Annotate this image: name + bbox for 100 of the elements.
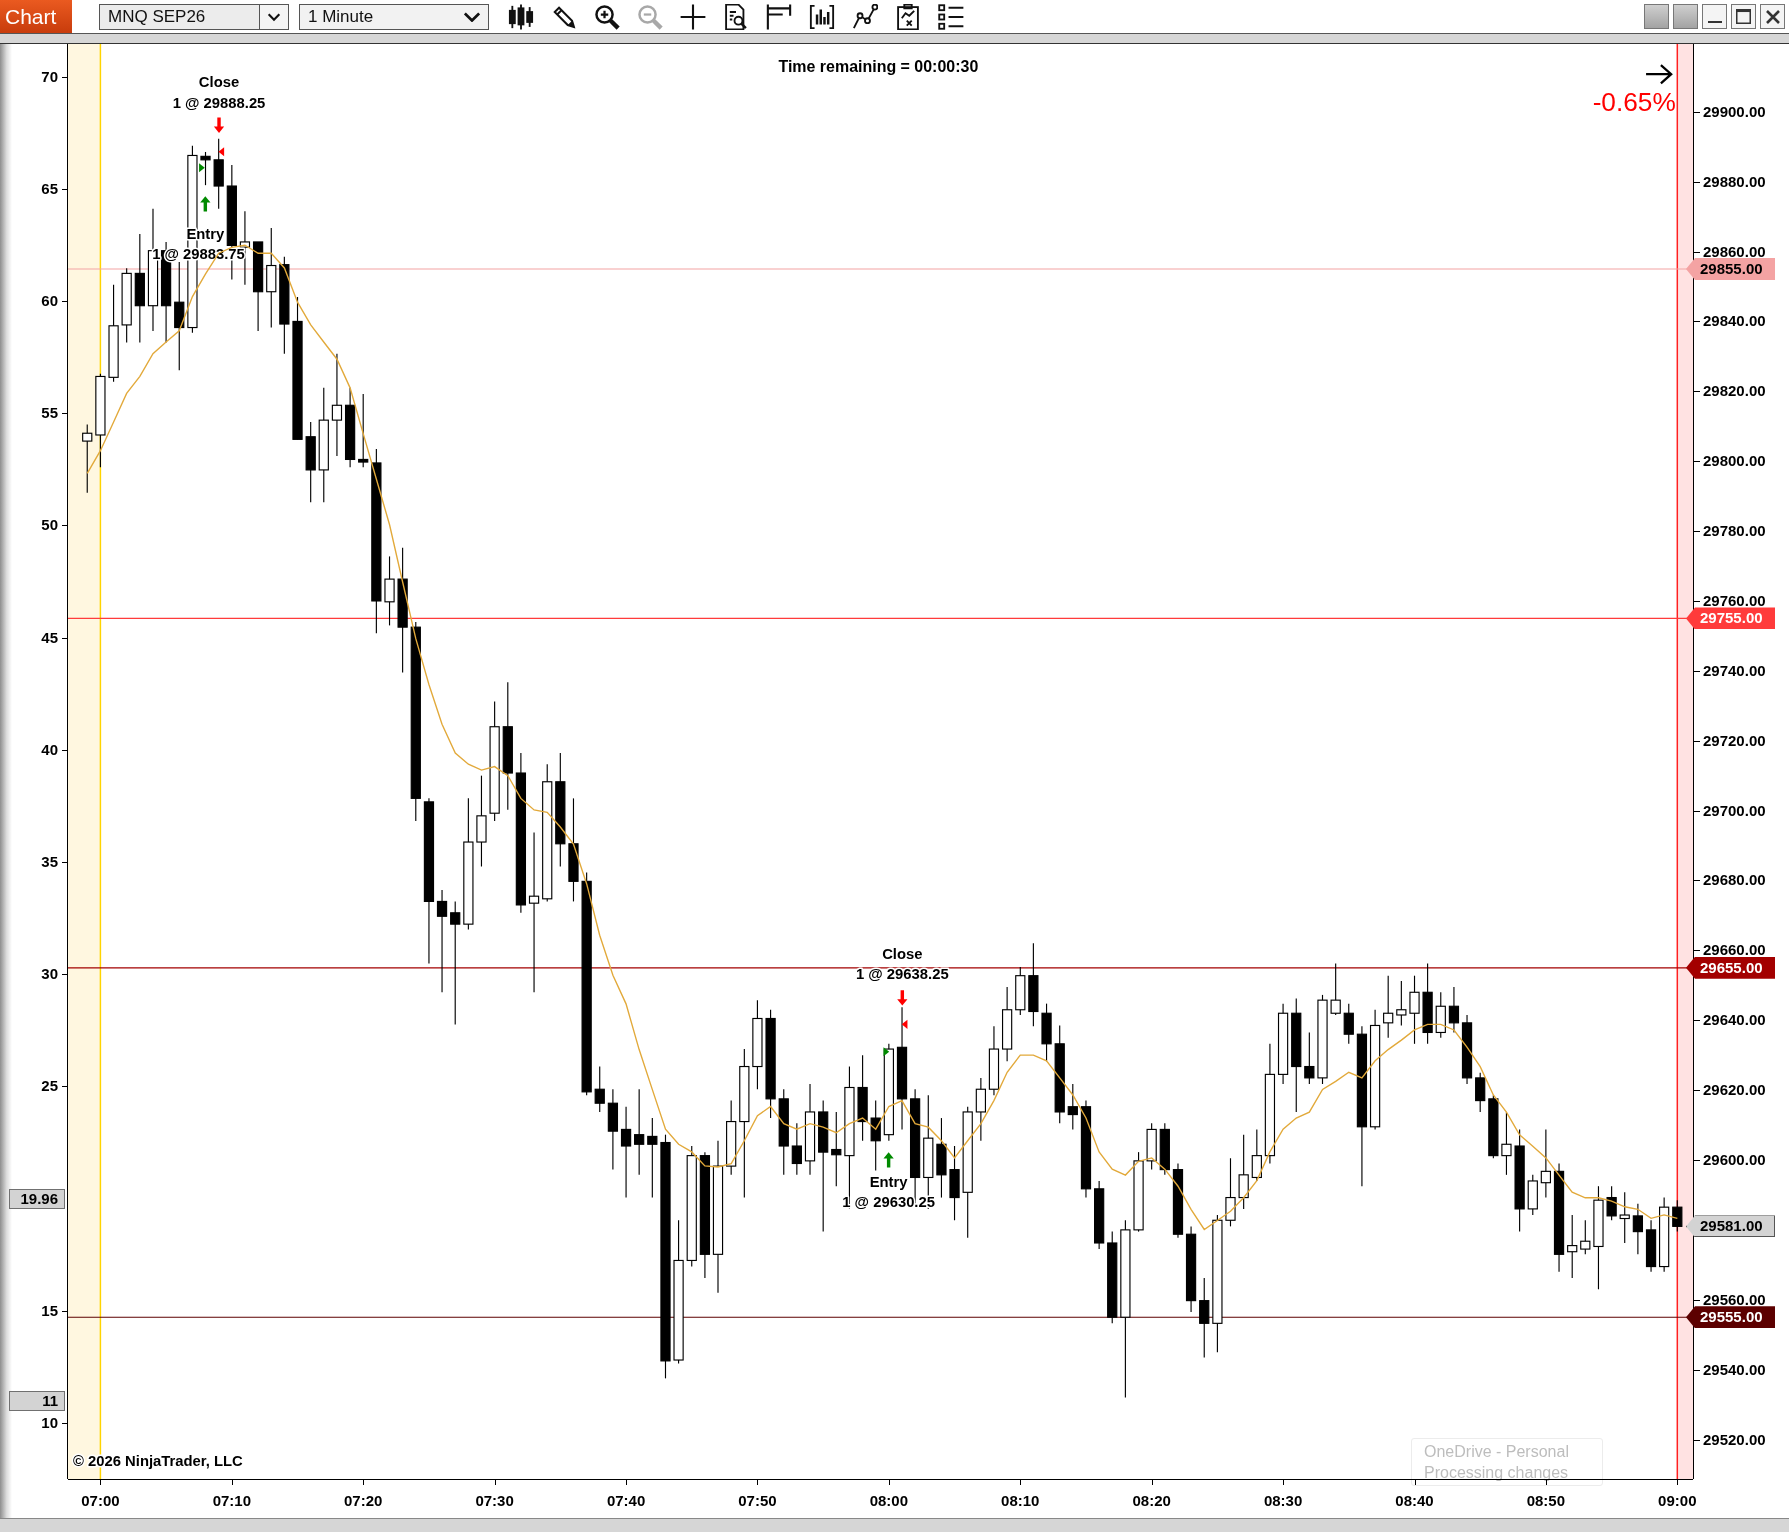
time-axis-label: 08:10 [1001, 1492, 1040, 1510]
candlestick [1015, 966, 1026, 1016]
price-axis-label: 29540.00 [1703, 1360, 1766, 1379]
candlestick [1383, 975, 1394, 1039]
candlestick [1488, 1094, 1499, 1159]
indicator-axis-label: 40 [41, 740, 58, 759]
price-axis-label: 29800.00 [1703, 452, 1766, 471]
price-axis-label: 29860.00 [1703, 242, 1766, 261]
candlestick [594, 1065, 605, 1113]
candlestick [1041, 1003, 1052, 1062]
triangle-icon [883, 1047, 890, 1057]
maximize-icon [1736, 9, 1751, 24]
instrument-dropdown[interactable]: MNQ SEP26 [99, 3, 289, 30]
close-icon [1765, 9, 1780, 24]
document-search-icon [723, 3, 749, 30]
notification-message: Processing changes [1424, 1463, 1570, 1482]
candlestick [1343, 1003, 1354, 1045]
indicator-axis-label: 45 [41, 628, 58, 647]
percent-change-label: -0.65% [1592, 86, 1676, 117]
zoom-out-icon [637, 3, 663, 30]
price-marker: 29655.00 [1686, 956, 1775, 979]
price-marker: 29855.00 [1686, 258, 1775, 280]
indicator-value-marker: 19.96 [9, 1189, 65, 1210]
up-arrow-icon [200, 196, 211, 212]
indicator-axis-label: 35 [41, 852, 58, 871]
crosshair-icon [680, 3, 706, 30]
time-axis-label: 07:00 [81, 1492, 120, 1510]
candlestick [1619, 1191, 1630, 1244]
candlestick-chart-icon [508, 3, 534, 30]
candlestick [1396, 980, 1407, 1027]
price-axis-label: 29600.00 [1703, 1151, 1766, 1169]
price-axis-label: 29780.00 [1703, 522, 1766, 541]
candlestick [1409, 975, 1420, 1045]
indicator-axis-label: 70 [41, 67, 58, 86]
indicator-axis-label: 50 [41, 516, 58, 535]
maximize-button[interactable] [1731, 4, 1756, 29]
indicator-axis-label: 30 [41, 965, 58, 984]
trade-label: Close [882, 945, 923, 962]
time-axis-label: 08:20 [1132, 1492, 1171, 1510]
price-axis-label: 29720.00 [1703, 731, 1766, 750]
candlestick [1567, 1214, 1578, 1279]
price-axis-label: 29520.00 [1703, 1430, 1766, 1449]
time-axis-label: 07:40 [606, 1492, 646, 1510]
candlestick [1146, 1122, 1157, 1171]
time-axis-label: 08:30 [1263, 1492, 1303, 1510]
candlestick [1580, 1219, 1591, 1255]
candlestick [1645, 1219, 1657, 1273]
indicator-axis-label: 65 [41, 179, 58, 198]
time-remaining-label: Time remaining = 00:00:30 [778, 57, 979, 75]
candlestick [1067, 1083, 1078, 1130]
candlestick [870, 1100, 881, 1172]
notification-title: OneDrive - Personal [1424, 1442, 1570, 1461]
right-arrow-icon [1644, 63, 1673, 85]
candlestick [1501, 1111, 1512, 1176]
triangle-icon [199, 163, 205, 173]
bracket-lines-icon [766, 3, 792, 30]
time-axis-label: 08:50 [1526, 1492, 1566, 1510]
time-axis-label: 07:30 [475, 1492, 514, 1510]
down-arrow-icon [897, 990, 908, 1006]
candlestick [82, 423, 93, 494]
bar-chart-icon [809, 3, 835, 30]
price-axis-label: 29620.00 [1703, 1081, 1766, 1100]
interval-dropdown[interactable]: 1 Minute [299, 3, 489, 30]
zoom-in-icon [594, 3, 620, 30]
candlestick [1632, 1203, 1643, 1255]
price-marker: 29555.00 [1686, 1306, 1775, 1329]
price-axis-label: 29900.00 [1703, 102, 1766, 121]
indicator-value-marker: 11 [9, 1390, 65, 1411]
candlestick [1606, 1185, 1617, 1221]
candlestick [1672, 1199, 1683, 1233]
triangle-icon [218, 147, 225, 157]
trade-price-label: 1 @ 29638.25 [855, 966, 949, 983]
candlestick [1094, 1180, 1105, 1250]
candlestick [1225, 1157, 1236, 1227]
candlestick [1330, 962, 1341, 1016]
price-axis-label: 29820.00 [1703, 382, 1766, 401]
minimize-icon [1707, 20, 1722, 23]
indicator-axis-label: 25 [41, 1077, 58, 1096]
up-arrow-icon [883, 1152, 894, 1168]
indicator-axis-label: 60 [41, 291, 58, 310]
price-axis-label: 29760.00 [1703, 591, 1766, 610]
triangle-icon [901, 1019, 908, 1029]
window-title: Chart [0, 0, 72, 33]
caret-icon [259, 4, 288, 29]
candlestick [200, 151, 211, 186]
indicator-axis-label: 10 [41, 1413, 58, 1432]
price-axis-label: 29680.00 [1703, 871, 1766, 890]
down-arrow-icon [213, 117, 225, 133]
list-icon [938, 3, 964, 30]
candlestick [213, 138, 224, 210]
price-axis-label: 29640.00 [1703, 1011, 1766, 1030]
time-axis-label: 07:20 [344, 1492, 383, 1510]
line-chart-icon [852, 3, 878, 30]
price-axis-label: 29880.00 [1703, 172, 1766, 191]
document-chart-icon [895, 3, 921, 30]
window-control-button[interactable] [1644, 4, 1669, 29]
indicator-axis-label: 55 [41, 404, 58, 423]
close-button[interactable] [1760, 4, 1785, 29]
minimize-button[interactable] [1702, 4, 1727, 29]
time-axis-label: 07:50 [738, 1492, 777, 1510]
